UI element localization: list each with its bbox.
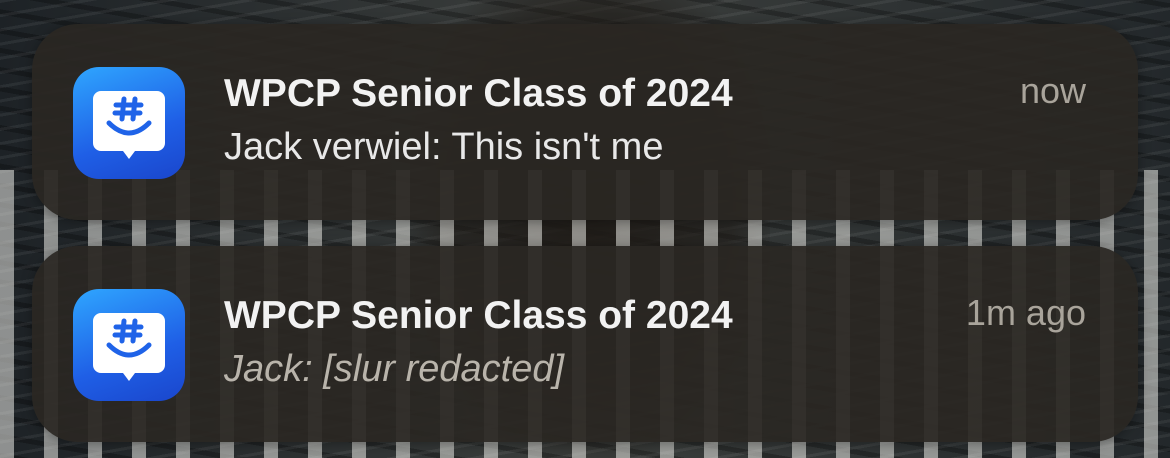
groupme-app-icon <box>73 289 185 401</box>
notification-timestamp: 1m ago <box>965 292 1086 333</box>
notification-message: Jack verwiel: This isn't me <box>224 126 664 168</box>
notification-message: Jack: [slur redacted] <box>224 348 565 390</box>
notification-card[interactable]: WPCP Senior Class of 2024 Jack verwiel: … <box>32 24 1138 220</box>
notification-timestamp: now <box>1019 70 1086 111</box>
notification-title: WPCP Senior Class of 2024 <box>224 72 733 115</box>
notification-title: WPCP Senior Class of 2024 <box>224 294 733 337</box>
notification-card[interactable]: WPCP Senior Class of 2024 Jack: [slur re… <box>32 246 1138 442</box>
groupme-app-icon <box>73 67 185 179</box>
